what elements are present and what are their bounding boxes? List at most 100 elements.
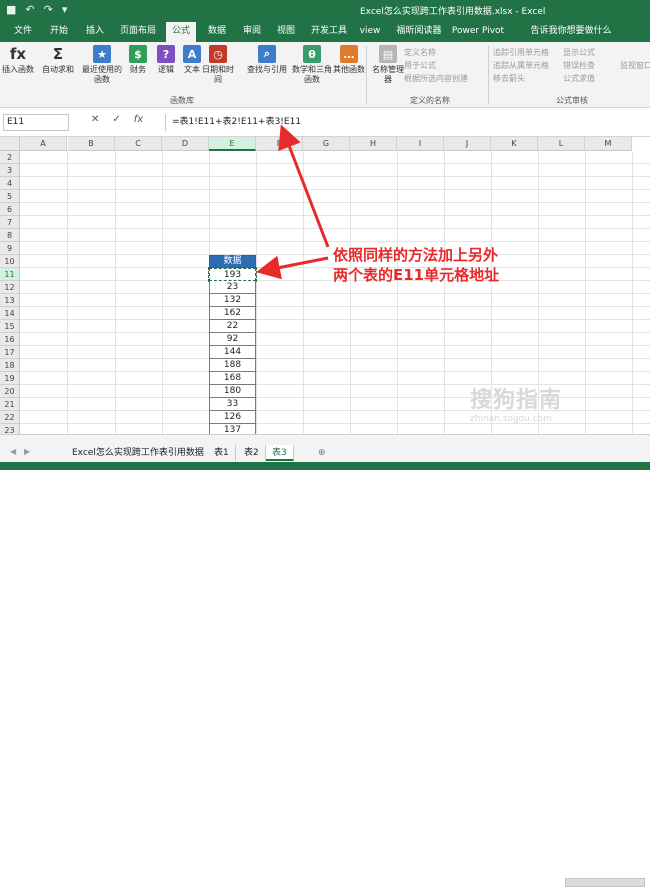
- tab-5[interactable]: 数据: [202, 20, 232, 42]
- ribbon-button-7[interactable]: ⌕ 查找与引用: [245, 45, 289, 75]
- insert-function-icon[interactable]: fx: [134, 114, 143, 125]
- tab-9[interactable]: view: [357, 20, 383, 42]
- customize-qat-icon[interactable]: ▾: [62, 3, 68, 17]
- row-header-19[interactable]: 19: [0, 372, 20, 385]
- defined-names-item-2[interactable]: 根据所选内容创建: [404, 73, 468, 84]
- tab-12[interactable]: 告诉我你想要做什么: [516, 20, 626, 42]
- table-cell[interactable]: 168: [209, 372, 256, 385]
- table-cell[interactable]: 137: [209, 424, 256, 434]
- redo-icon[interactable]: ↷: [44, 3, 53, 17]
- row-header-6[interactable]: 6: [0, 203, 20, 216]
- table-cell[interactable]: 180: [209, 385, 256, 398]
- table-cell[interactable]: 92: [209, 333, 256, 346]
- column-header-A[interactable]: A: [20, 137, 67, 151]
- row-header-18[interactable]: 18: [0, 359, 20, 372]
- undo-icon[interactable]: ↶: [25, 3, 34, 17]
- name-box[interactable]: E11: [3, 114, 69, 131]
- ribbon-button-6[interactable]: ◷ 日期和时间: [202, 45, 234, 85]
- grid-line: [20, 371, 650, 372]
- tab-7[interactable]: 视图: [272, 20, 300, 42]
- add-sheet-icon[interactable]: ⊕: [312, 445, 332, 461]
- table-cell[interactable]: 126: [209, 411, 256, 424]
- table-cell[interactable]: 132: [209, 294, 256, 307]
- column-header-B[interactable]: B: [68, 137, 115, 151]
- defined-names-item-0[interactable]: 定义名称: [404, 47, 436, 58]
- auditing-item-3[interactable]: 显示公式: [563, 47, 595, 58]
- defined-names-item-1[interactable]: 用于公式: [404, 60, 436, 71]
- tab-3[interactable]: 页面布局: [117, 20, 159, 42]
- row-header-21[interactable]: 21: [0, 398, 20, 411]
- enter-icon[interactable]: ✓: [112, 114, 120, 125]
- row-header-17[interactable]: 17: [0, 346, 20, 359]
- row-header-11[interactable]: 11: [0, 268, 20, 281]
- column-header-M[interactable]: M: [585, 137, 632, 151]
- horizontal-scrollbar[interactable]: [565, 878, 645, 887]
- ribbon-button-1[interactable]: Σ 自动求和: [42, 45, 74, 75]
- row-header-20[interactable]: 20: [0, 385, 20, 398]
- row-header-23[interactable]: 23: [0, 424, 20, 434]
- row-header-14[interactable]: 14: [0, 307, 20, 320]
- row-header-15[interactable]: 15: [0, 320, 20, 333]
- ribbon-tabs: 文件 开始 插入 页面布局 公式 数据 审阅 视图 开发工具 view 福昕阅读器 Power Piv…: [0, 20, 650, 42]
- row-header-16[interactable]: 16: [0, 333, 20, 346]
- row-header-22[interactable]: 22: [0, 411, 20, 424]
- row-header-9[interactable]: 9: [0, 242, 20, 255]
- auditing-item-0[interactable]: 追踪引用单元格: [493, 47, 549, 58]
- row-header-10[interactable]: 10: [0, 255, 20, 268]
- sheet-nav-next-icon[interactable]: ▶: [24, 447, 30, 456]
- auditing-item-2[interactable]: 移去箭头: [493, 73, 525, 84]
- table-cell[interactable]: 144: [209, 346, 256, 359]
- row-header-2[interactable]: 2: [0, 151, 20, 164]
- tab-6[interactable]: 审阅: [238, 20, 266, 42]
- auditing-item-4[interactable]: 错误检查: [563, 60, 595, 71]
- table-cell[interactable]: 162: [209, 307, 256, 320]
- tab-8[interactable]: 开发工具: [306, 20, 352, 42]
- row-header-13[interactable]: 13: [0, 294, 20, 307]
- row-header-3[interactable]: 3: [0, 164, 20, 177]
- table-cell[interactable]: 33: [209, 398, 256, 411]
- row-header-8[interactable]: 8: [0, 229, 20, 242]
- tab-1[interactable]: 开始: [44, 20, 74, 42]
- column-header-D[interactable]: D: [162, 137, 209, 151]
- tab-11[interactable]: Power Pivot: [450, 20, 506, 42]
- column-header-C[interactable]: C: [115, 137, 162, 151]
- table-cell[interactable]: 188: [209, 359, 256, 372]
- row-header-4[interactable]: 4: [0, 177, 20, 190]
- table-cell[interactable]: 22: [209, 320, 256, 333]
- row-header-7[interactable]: 7: [0, 216, 20, 229]
- tab-10[interactable]: 福昕阅读器: [393, 20, 445, 42]
- sheet-tab-1[interactable]: 表1: [208, 445, 236, 461]
- auditing-item-1[interactable]: 追踪从属单元格: [493, 60, 549, 71]
- row-header-12[interactable]: 12: [0, 281, 20, 294]
- cell-E10-header[interactable]: 数据: [209, 255, 256, 268]
- column-header-F[interactable]: F: [256, 137, 303, 151]
- cancel-icon[interactable]: ✕: [91, 114, 99, 125]
- sheet-nav-prev-icon[interactable]: ◀: [10, 447, 16, 456]
- sheet-tab-2[interactable]: 表2: [238, 445, 266, 461]
- column-header-I[interactable]: I: [397, 137, 444, 151]
- auditing-item-5[interactable]: 公式求值: [563, 73, 595, 84]
- formula-input[interactable]: =表1!E11+表2!E11+表3!E11: [165, 114, 647, 131]
- ribbon-button-10[interactable]: ▤ 名称管理器: [372, 45, 404, 85]
- column-header-K[interactable]: K: [491, 137, 538, 151]
- cell-E11-active[interactable]: 193: [208, 267, 257, 282]
- select-all-corner[interactable]: [0, 137, 20, 151]
- column-header-L[interactable]: L: [538, 137, 585, 151]
- tab-4[interactable]: 公式: [166, 22, 196, 42]
- column-header-E[interactable]: E: [209, 137, 256, 151]
- ribbon-button-8[interactable]: θ 数学和三角函数: [290, 45, 334, 85]
- ribbon-button-9[interactable]: … 其他函数: [333, 45, 365, 75]
- column-header-G[interactable]: G: [303, 137, 350, 151]
- tab-2[interactable]: 插入: [80, 20, 110, 42]
- column-header-H[interactable]: H: [350, 137, 397, 151]
- table-cell[interactable]: 23: [209, 281, 256, 294]
- auditing-item-6[interactable]: 监视窗口: [620, 60, 650, 71]
- sheet-tab-0[interactable]: Excel怎么实现跨工作表引用数据: [66, 445, 211, 461]
- tab-0[interactable]: 文件: [10, 20, 36, 42]
- sheet-tab-3[interactable]: 表3: [266, 445, 294, 461]
- row-header-5[interactable]: 5: [0, 190, 20, 203]
- ribbon-button-0[interactable]: fx 插入函数: [2, 45, 34, 75]
- column-header-J[interactable]: J: [444, 137, 491, 151]
- ribbon-button-2[interactable]: ★ 最近使用的函数: [80, 45, 124, 85]
- save-icon[interactable]: ■: [6, 3, 16, 17]
